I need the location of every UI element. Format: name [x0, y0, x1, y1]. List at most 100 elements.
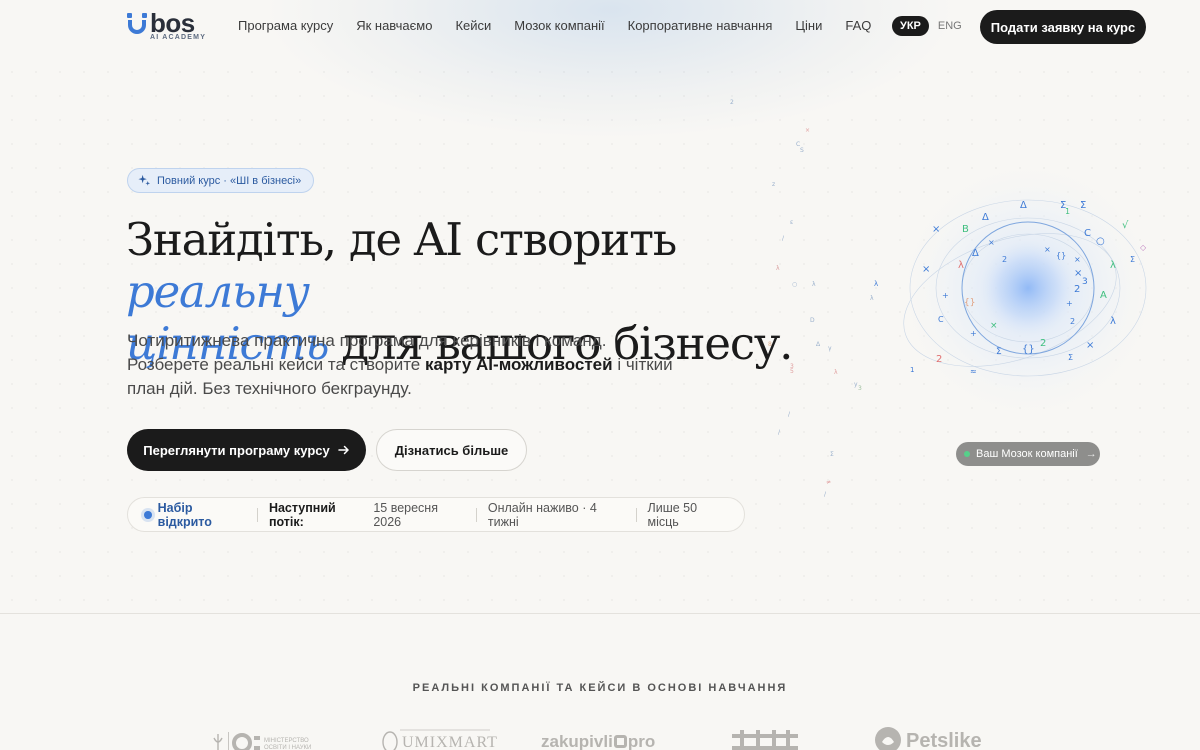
- svg-text:λ: λ: [776, 265, 780, 272]
- ministry-logo-text: МІНІСТЕРСТВО ОСВІТИ І НАУКИ: [264, 738, 312, 750]
- svg-text:λ: λ: [1110, 316, 1116, 327]
- umixmart-logo: UMIXMART: [380, 726, 497, 750]
- svg-text:/: /: [788, 411, 791, 418]
- nav-item-corporate[interactable]: Корпоративне навчання: [628, 18, 773, 33]
- petslike-logo: Petslike: [874, 726, 982, 750]
- svg-text:○: ○: [1096, 236, 1105, 247]
- company-brain-graphic: Δ Σ Σ 1 √ Δ × B × C ○ Δ × λ 2 × {} × λ Σ × 3 2 A + {}…: [874, 155, 1163, 425]
- nav-item-program[interactable]: Програма курсу: [238, 18, 333, 33]
- section-divider: [0, 613, 1200, 614]
- brand-logo[interactable]: bos AI ACADEMY: [126, 8, 212, 42]
- ministry-logo: МІНІСТЕРСТВО ОСВІТИ І НАУКИ: [212, 730, 332, 750]
- nav-item-how-we-teach[interactable]: Як навчаємо: [356, 18, 432, 33]
- svg-text:2: 2: [936, 354, 942, 365]
- svg-text:5: 5: [790, 368, 794, 375]
- main-nav: Програма курсу Як навчаємо Кейси Мозок к…: [238, 18, 894, 33]
- headline-part-1: Знайдіть, де AI створить: [126, 213, 677, 266]
- svg-text:Δ: Δ: [972, 248, 979, 259]
- svg-text:×: ×: [805, 127, 810, 134]
- view-program-button[interactable]: Переглянути програму курсу: [127, 429, 366, 471]
- svg-text:◇: ◇: [1140, 243, 1147, 252]
- svg-text:2: 2: [1074, 284, 1080, 295]
- svg-text:Δ: Δ: [816, 341, 821, 348]
- learn-more-button[interactable]: Дізнатись більше: [376, 429, 527, 471]
- svg-text:2: 2: [1002, 255, 1007, 264]
- hash-logo: [728, 728, 802, 750]
- arrow-right-icon: →: [1085, 448, 1097, 460]
- company-brain-label: Ваш Мозок компанії: [976, 448, 1078, 460]
- enrollment-status-bar: Набір відкрито Наступний потік: 15 верес…: [127, 497, 745, 532]
- hero-subtitle: Чотиритижнева практична програма для кер…: [127, 329, 687, 401]
- svg-text:Σ: Σ: [830, 451, 834, 458]
- svg-text:1: 1: [910, 366, 914, 374]
- divider: [475, 507, 477, 522]
- online-dot-icon: [964, 451, 970, 457]
- sparkle-icon: [138, 174, 151, 186]
- svg-text:ε: ε: [790, 219, 793, 226]
- course-badge: Повний курс · «ШІ в бізнесі»: [127, 168, 315, 193]
- svg-text:Σ: Σ: [1068, 353, 1073, 362]
- svg-text:+: +: [942, 291, 949, 300]
- svg-text:B: B: [962, 224, 969, 235]
- svg-text:λ: λ: [812, 281, 816, 288]
- logos-section-title: РЕАЛЬНІ КОМПАНІЇ ТА КЕЙСИ В ОСНОВІ НАВЧА…: [412, 682, 788, 694]
- svg-text:2: 2: [730, 99, 734, 106]
- status-dot-icon: [144, 510, 152, 519]
- zakupivli-logo-text-b: pro: [627, 732, 656, 750]
- apply-button[interactable]: Подати заявку на курс: [980, 10, 1146, 44]
- svg-text:/: /: [824, 491, 827, 498]
- nav-item-prices[interactable]: Ціни: [795, 18, 822, 33]
- svg-text:√: √: [1122, 220, 1129, 231]
- svg-text:Σ: Σ: [1080, 200, 1086, 211]
- svg-text:×: ×: [1044, 245, 1051, 254]
- nav-item-cases[interactable]: Кейси: [455, 18, 491, 33]
- svg-text:≠: ≠: [826, 479, 831, 486]
- svg-text:Δ: Δ: [1020, 200, 1027, 211]
- divider: [635, 507, 637, 522]
- next-cohort-label: Наступний потік:: [268, 500, 336, 529]
- svg-text:λ: λ: [834, 369, 838, 376]
- svg-text:3: 3: [1082, 277, 1088, 287]
- logo-mark-icon: [127, 13, 147, 34]
- lang-eng-button[interactable]: ENG: [938, 20, 962, 32]
- svg-text:+: +: [1066, 299, 1073, 308]
- brand-subtitle: AI ACADEMY: [150, 34, 207, 41]
- svg-text:C: C: [1084, 228, 1091, 239]
- next-cohort-date: 15 вересня 2026: [373, 500, 438, 529]
- svg-text:{}: {}: [1022, 344, 1035, 355]
- svg-text:D: D: [810, 317, 815, 324]
- company-brain-button[interactable]: Ваш Мозок компанії →: [956, 442, 1100, 466]
- svg-text:×: ×: [1074, 255, 1081, 264]
- svg-text:/: /: [778, 429, 781, 436]
- language-switcher: УКР ENG: [892, 16, 962, 36]
- svg-text:A: A: [1100, 290, 1107, 301]
- svg-text:γ: γ: [828, 345, 832, 352]
- svg-text:λ: λ: [874, 280, 878, 288]
- svg-text:2: 2: [1070, 317, 1075, 326]
- svg-text:×: ×: [1086, 340, 1094, 351]
- arrow-right-icon: [337, 445, 349, 455]
- svg-text:/: /: [782, 235, 785, 242]
- zakupivli-logo-mark-icon: [613, 735, 627, 748]
- svg-text:8: 8: [768, 341, 772, 348]
- svg-text:×: ×: [990, 321, 998, 331]
- nav-item-faq[interactable]: FAQ: [845, 18, 871, 33]
- svg-text:S: S: [800, 147, 804, 154]
- zakupivli-logo-text-a: zakupivli: [541, 732, 613, 750]
- svg-text:{}: {}: [1056, 251, 1066, 260]
- svg-text:z: z: [772, 181, 775, 188]
- divider: [256, 507, 258, 522]
- headline-accent-1: реальну: [126, 265, 310, 318]
- enrollment-open-label: Набір відкрито: [157, 500, 212, 529]
- svg-text:×: ×: [922, 264, 930, 275]
- seats-label: Лише 50 місць: [647, 500, 698, 529]
- svg-text:Δ: Δ: [982, 212, 989, 223]
- svg-text:λ: λ: [1110, 260, 1116, 271]
- header: bos AI ACADEMY Програма курсу Як навчаєм…: [0, 0, 1200, 54]
- svg-text:×: ×: [932, 224, 940, 235]
- nav-item-company-brain[interactable]: Мозок компанії: [514, 18, 604, 33]
- svg-text:C: C: [938, 315, 944, 324]
- lang-ukr-button[interactable]: УКР: [892, 16, 929, 36]
- petslike-logo-text: Petslike: [906, 730, 982, 750]
- zakupivli-logo: zakupivli pro: [541, 732, 655, 750]
